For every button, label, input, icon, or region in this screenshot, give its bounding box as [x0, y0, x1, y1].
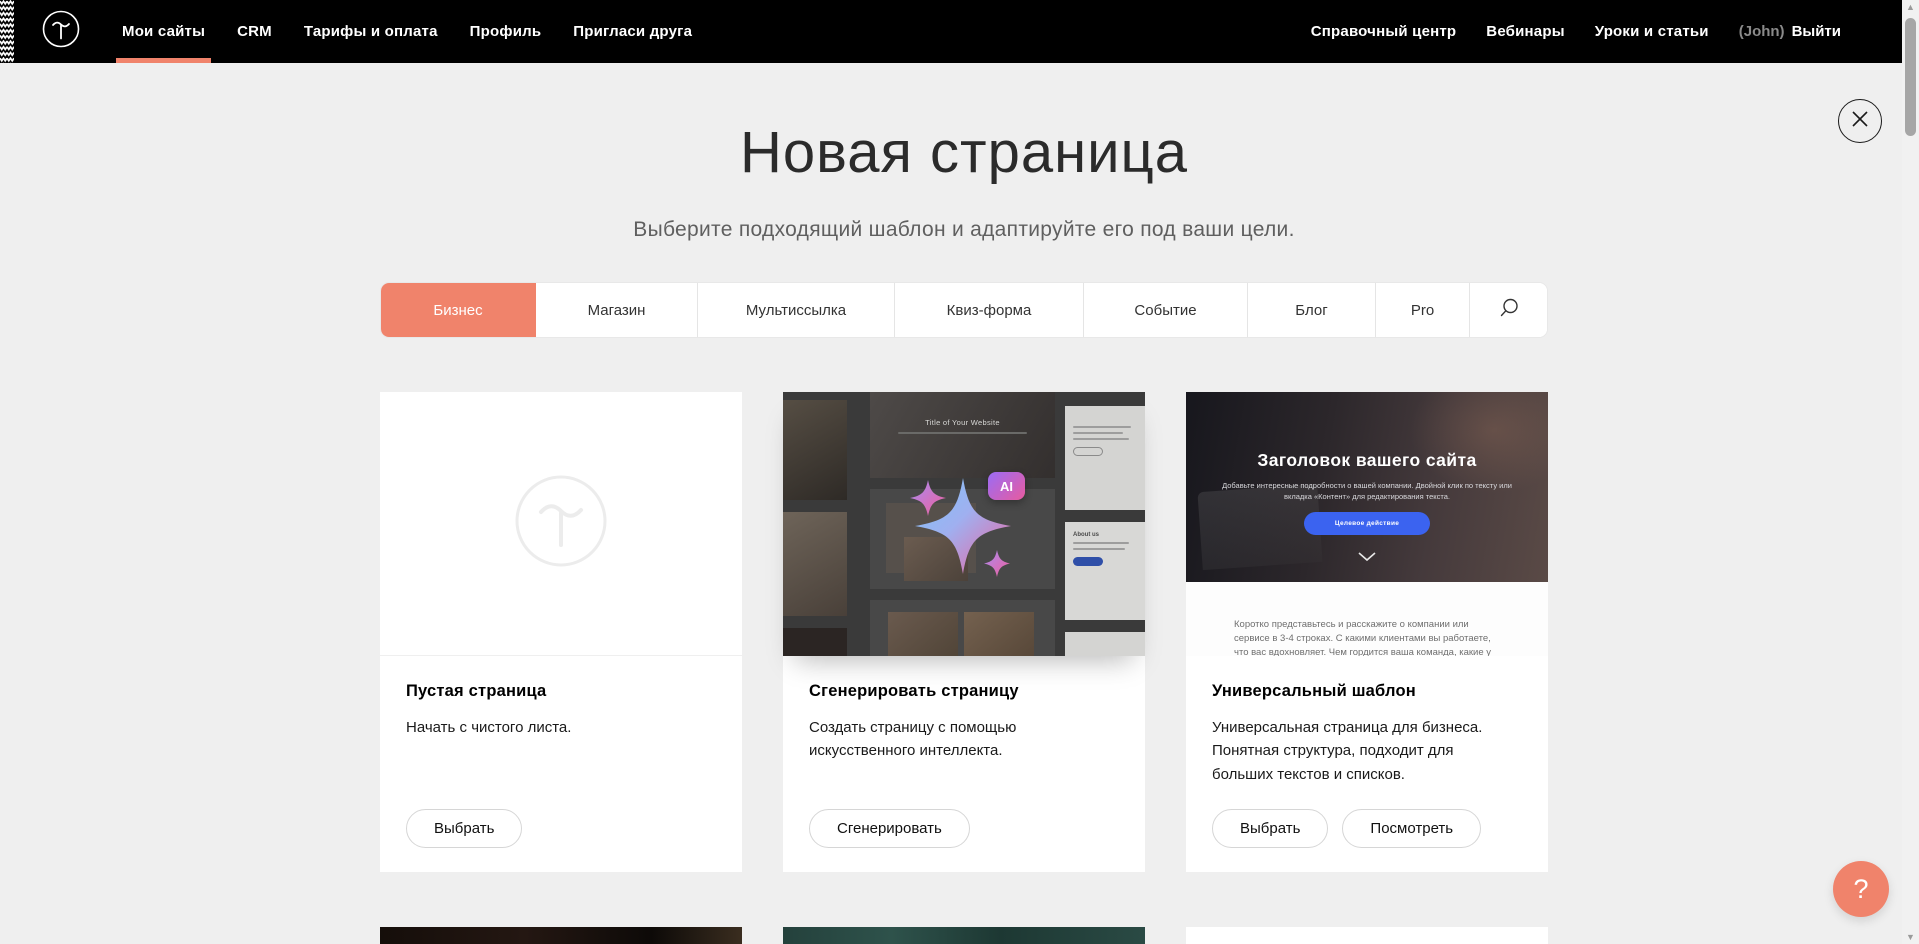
ai-badge: AI — [988, 472, 1025, 500]
card-universal-template[interactable]: Заголовок вашего сайта Добавьте интересн… — [1186, 392, 1548, 872]
page-subtitle: Выберите подходящий шаблон и адаптируйте… — [380, 218, 1548, 242]
tab-event[interactable]: Событие — [1084, 283, 1248, 337]
ai-sparkles-icon — [783, 392, 1145, 656]
nav-lessons[interactable]: Уроки и статьи — [1580, 23, 1724, 40]
help-button[interactable]: ? — [1833, 861, 1889, 917]
scrollbar-thumb[interactable] — [1905, 18, 1916, 136]
blank-page-preview — [380, 392, 742, 656]
zigzag-pattern — [0, 0, 14, 63]
nav-help-center[interactable]: Справочный центр — [1296, 23, 1472, 40]
view-button[interactable]: Посмотреть — [1342, 809, 1481, 848]
logout-link[interactable]: Выйти — [1792, 23, 1841, 40]
search-icon — [1498, 297, 1520, 323]
preview-paragraph: Коротко представьтесь и расскажите о ком… — [1234, 618, 1500, 656]
page-scrollbar[interactable]: ▲ ▼ — [1902, 0, 1919, 944]
ai-preview: Title of Your Website — [783, 392, 1145, 656]
chevron-down-icon — [1355, 550, 1379, 562]
card-title: Пустая страница — [406, 682, 716, 701]
question-mark-icon: ? — [1853, 874, 1868, 905]
generate-button[interactable]: Сгенерировать — [809, 809, 970, 848]
preview-heading: Заголовок вашего сайта — [1186, 450, 1548, 471]
user-name: (John) — [1739, 23, 1785, 40]
nav-my-sites[interactable]: Мои сайты — [106, 0, 221, 63]
tab-pro[interactable]: Pro — [1376, 283, 1470, 337]
main-nav: Мои сайты CRM Тарифы и оплата Профиль Пр… — [106, 0, 708, 63]
choose-button[interactable]: Выбрать — [406, 809, 522, 848]
close-icon — [1850, 109, 1870, 134]
user-logout[interactable]: (John) Выйти — [1724, 23, 1841, 40]
scroll-down-arrow-icon[interactable]: ▼ — [1906, 930, 1915, 944]
nav-invite-friend[interactable]: Пригласи друга — [557, 0, 708, 63]
nav-crm[interactable]: CRM — [221, 0, 288, 63]
nav-profile[interactable]: Профиль — [454, 0, 558, 63]
tab-business[interactable]: Бизнес — [381, 283, 536, 337]
tab-quiz-form[interactable]: Квиз-форма — [895, 283, 1084, 337]
card-description: Создать страницу с помощью искусственног… — [809, 716, 1109, 763]
tab-store[interactable]: Магазин — [536, 283, 698, 337]
partial-card-3[interactable] — [1186, 927, 1548, 944]
close-button[interactable] — [1838, 99, 1882, 143]
tilda-watermark-icon — [514, 474, 608, 573]
universal-preview: Заголовок вашего сайта Добавьте интересн… — [1186, 392, 1548, 656]
card-description: Начать с чистого листа. — [406, 716, 706, 739]
tab-multilink[interactable]: Мультиссылка — [698, 283, 895, 337]
nav-webinars[interactable]: Вебинары — [1471, 23, 1579, 40]
card-title: Сгенерировать страницу — [809, 682, 1119, 701]
scroll-up-arrow-icon[interactable]: ▲ — [1906, 0, 1915, 14]
partial-card-2[interactable] — [783, 927, 1145, 944]
card-description: Универсальная страница для бизнеса. Поня… — [1212, 716, 1512, 786]
template-cards-grid: Пустая страница Начать с чистого листа. … — [380, 392, 1548, 944]
preview-cta-button: Целевое действие — [1304, 512, 1430, 535]
top-navbar: Мои сайты CRM Тарифы и оплата Профиль Пр… — [0, 0, 1919, 63]
secondary-nav: Справочный центр Вебинары Уроки и статьи… — [1296, 0, 1919, 63]
nav-pricing[interactable]: Тарифы и оплата — [288, 0, 454, 63]
partial-card-1[interactable] — [380, 927, 742, 944]
page-title: Новая страница — [380, 119, 1548, 186]
tab-search[interactable] — [1470, 283, 1547, 337]
template-category-tabs: Бизнес Магазин Мультиссылка Квиз-форма С… — [380, 282, 1548, 338]
card-ai-generate[interactable]: Title of Your Website — [783, 392, 1145, 872]
tab-blog[interactable]: Блог — [1248, 283, 1376, 337]
card-blank-page[interactable]: Пустая страница Начать с чистого листа. … — [380, 392, 742, 872]
card-title: Универсальный шаблон — [1212, 682, 1522, 701]
choose-button[interactable]: Выбрать — [1212, 809, 1328, 848]
preview-subtext: Добавьте интересные подробности о вашей … — [1216, 480, 1518, 503]
tilda-logo-icon[interactable] — [42, 10, 80, 53]
main-content: Новая страница Выберите подходящий шабло… — [380, 63, 1548, 944]
